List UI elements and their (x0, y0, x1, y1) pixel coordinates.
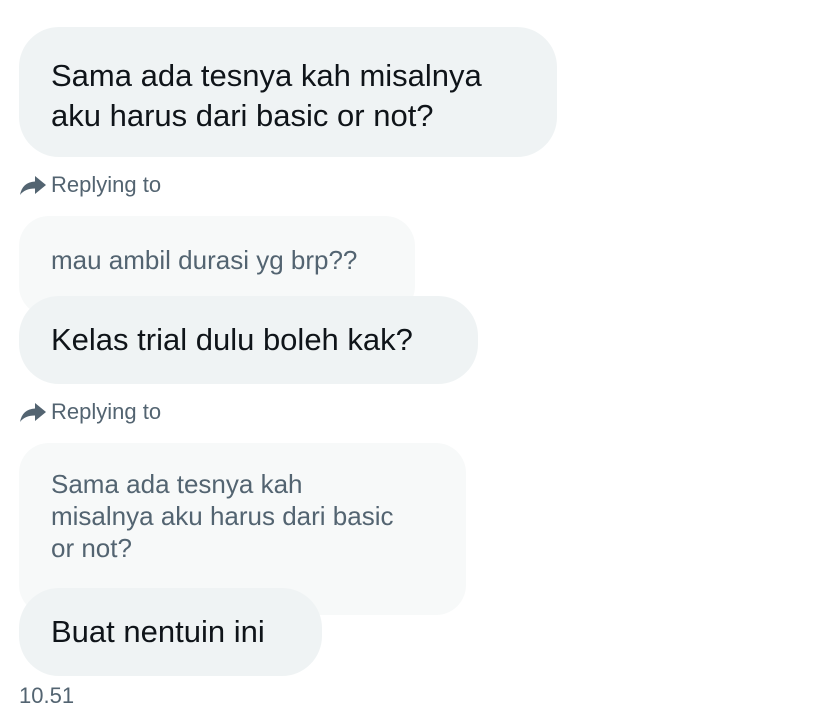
message-bubble[interactable]: Sama ada tesnya kah misalnya aku harus d… (19, 27, 557, 157)
message-bubble[interactable]: Buat nentuin ini (19, 588, 322, 676)
message-bubble[interactable]: Kelas trial dulu boleh kak? (19, 296, 478, 384)
reply-label: Replying to (19, 397, 161, 427)
quoted-text: mau ambil durasi yg brp?? (51, 245, 358, 275)
reply-label-text: Replying to (51, 399, 162, 424)
message-text: Kelas trial dulu boleh kak? (51, 322, 413, 357)
message-text: Buat nentuin ini (51, 614, 265, 649)
reply-arrow-icon (19, 400, 47, 424)
quoted-text: Sama ada tesnya kah misalnya aku harus d… (51, 469, 394, 563)
reply-arrow-icon (19, 173, 47, 197)
message-text: Sama ada tesnya kah misalnya aku harus d… (51, 58, 482, 133)
timestamp: 10.51 (19, 683, 75, 708)
reply-label: Replying to (19, 170, 161, 200)
reply-label-text: Replying to (51, 172, 162, 197)
